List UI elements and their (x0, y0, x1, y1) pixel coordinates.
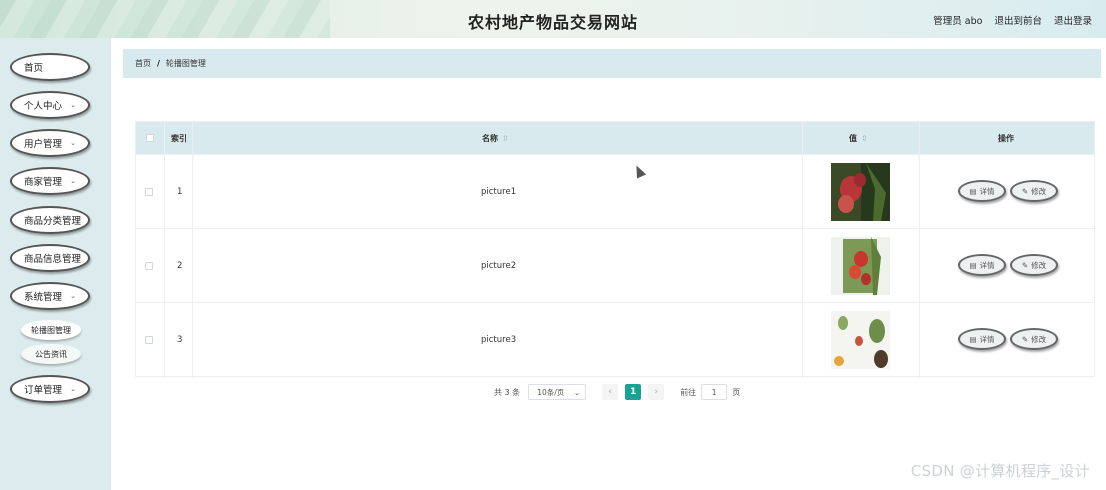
row-name: picture1 (481, 187, 517, 197)
column-header-value[interactable]: 值 ⇳ (849, 122, 868, 154)
column-header-index: 索引 (171, 133, 187, 143)
sidebar-item-home[interactable]: 首页 (10, 53, 90, 81)
detail-button[interactable]: ▤ 详情 (958, 180, 1006, 202)
sidebar-item-label: 个人中心 (24, 101, 63, 112)
sidebar-item-label: 用户管理 (24, 139, 63, 150)
sort-icon[interactable]: ⇳ (502, 134, 509, 143)
pagination-total: 共 3 条 (494, 387, 521, 397)
row-checkbox[interactable] (145, 303, 153, 377)
select-all-checkbox[interactable] (146, 122, 154, 154)
edit-button[interactable]: ✎ 修改 (1010, 180, 1058, 202)
sidebar-subitem-label: 公告资讯 (35, 349, 67, 359)
edit-icon: ✎ (1021, 260, 1029, 270)
row-name: picture3 (481, 335, 517, 345)
document-icon: ▤ (969, 186, 977, 196)
sidebar-item-label: 首页 (24, 63, 44, 74)
detail-button[interactable]: ▤ 详情 (958, 254, 1006, 276)
chevron-down-icon: ⌄ (70, 385, 76, 393)
breadcrumb-separator: / (157, 59, 160, 68)
carousel-table: 索引 名称 ⇳ 值 ⇳ 操作 1 picture1 ▤ 详情 ✎ 修改 2 pi… (135, 121, 1095, 378)
row-index: 3 (177, 335, 183, 345)
sidebar: 首页 个人中心 ⌄ 用户管理 ⌄ 商家管理 ⌄ 商品分类管理 商品信息管理 系统… (0, 38, 111, 490)
chevron-down-icon: ⌄ (70, 139, 76, 147)
sidebar-item-label: 商品分类管理 (24, 216, 82, 227)
sidebar-item-label: 系统管理 (24, 292, 63, 303)
page-suffix: 页 (732, 387, 741, 397)
sidebar-item-label: 商家管理 (24, 177, 63, 188)
row-thumbnail[interactable] (831, 303, 890, 377)
sidebar-item-personal-center[interactable]: 个人中心 ⌄ (10, 91, 90, 119)
red-fruit-on-white-photo (831, 237, 890, 295)
row-index: 1 (177, 187, 183, 197)
edit-button-label: 修改 (1031, 186, 1047, 196)
goto-label: 前往 (680, 387, 697, 397)
sidebar-item-label: 商品信息管理 (24, 254, 82, 265)
watermark: CSDN @计算机程序_设计 (910, 462, 1090, 480)
goto-page-input[interactable]: 1 (701, 384, 728, 400)
column-header-name[interactable]: 名称 ⇳ (482, 122, 509, 154)
breadcrumb-current: 轮播图管理 (165, 59, 206, 68)
pagination: 共 3 条 10条/页 ⌄ ‹ 1 › 前往 1 页 (494, 384, 740, 400)
sidebar-subitem-announcements[interactable]: 公告资讯 (21, 344, 81, 364)
logout-link[interactable]: 退出登录 (1054, 13, 1092, 27)
sidebar-item-label: 订单管理 (24, 385, 63, 396)
detail-button[interactable]: ▤ 详情 (958, 328, 1006, 350)
edit-button[interactable]: ✎ 修改 (1010, 254, 1058, 276)
detail-button-label: 详情 (979, 334, 995, 344)
row-checkbox[interactable] (145, 155, 153, 229)
detail-button-label: 详情 (979, 186, 995, 196)
fruit-branch-photo (831, 311, 890, 369)
row-checkbox[interactable] (145, 229, 153, 303)
sidebar-item-order-management[interactable]: 订单管理 ⌄ (10, 375, 90, 403)
table-row: 1 picture1 ▤ 详情 ✎ 修改 (136, 154, 1094, 228)
row-index: 2 (177, 261, 183, 271)
row-thumbnail[interactable] (831, 229, 890, 303)
edit-button[interactable]: ✎ 修改 (1010, 328, 1058, 350)
row-name: picture2 (481, 261, 517, 271)
breadcrumb-home[interactable]: 首页 (135, 58, 151, 69)
sidebar-item-merchant-management[interactable]: 商家管理 ⌄ (10, 167, 90, 195)
page-size-value: 10条/页 (537, 387, 565, 397)
header-links: 管理员 abo 退出到前台 退出登录 (933, 13, 1092, 27)
table-header: 索引 名称 ⇳ 值 ⇳ 操作 (136, 122, 1094, 154)
red-fruit-photo (831, 163, 890, 221)
sidebar-item-user-management[interactable]: 用户管理 ⌄ (10, 129, 90, 157)
sidebar-item-category-management[interactable]: 商品分类管理 (10, 206, 90, 234)
edit-button-label: 修改 (1031, 260, 1047, 270)
document-icon: ▤ (969, 260, 977, 270)
table-row: 2 picture2 ▤ 详情 ✎ 修改 (136, 228, 1094, 302)
sidebar-subitem-label: 轮播图管理 (31, 325, 71, 335)
page-button-current[interactable]: 1 (625, 384, 642, 400)
document-icon: ▤ (969, 334, 977, 344)
breadcrumb: 首页 / 轮播图管理 (123, 49, 1101, 78)
column-header-value-label: 值 (849, 133, 857, 143)
back-to-front-link[interactable]: 退出到前台 (994, 13, 1042, 27)
page-size-select[interactable]: 10条/页 ⌄ (528, 384, 587, 400)
detail-button-label: 详情 (979, 260, 995, 270)
next-page-button[interactable]: › (648, 384, 665, 400)
sidebar-item-product-management[interactable]: 商品信息管理 (10, 244, 90, 272)
chevron-down-icon: ⌄ (70, 101, 76, 109)
prev-page-button[interactable]: ‹ (602, 384, 619, 400)
column-header-actions: 操作 (998, 133, 1014, 143)
admin-label: 管理员 abo (933, 16, 983, 27)
top-header: 农村地产物品交易网站 管理员 abo 退出到前台 退出登录 (0, 0, 1106, 38)
sidebar-subitem-carousel[interactable]: 轮播图管理 (21, 320, 81, 340)
sidebar-item-system-management[interactable]: 系统管理 ⌄ (10, 282, 90, 310)
edit-icon: ✎ (1021, 186, 1029, 196)
edit-button-label: 修改 (1031, 334, 1047, 344)
chevron-down-icon: ⌄ (70, 177, 76, 185)
table-row: 3 picture3 ▤ 详情 ✎ 修改 (136, 302, 1094, 376)
column-header-name-label: 名称 (482, 133, 498, 143)
chevron-down-icon: ⌄ (573, 387, 581, 397)
row-thumbnail[interactable] (831, 155, 890, 229)
sort-icon[interactable]: ⇳ (861, 134, 868, 143)
chevron-down-icon: ⌄ (70, 292, 76, 300)
edit-icon: ✎ (1021, 334, 1029, 344)
